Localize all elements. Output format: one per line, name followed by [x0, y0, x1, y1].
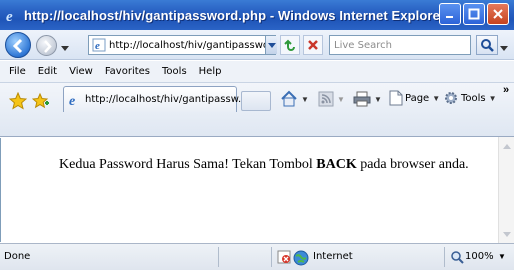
menu-tools[interactable]: Tools [162, 66, 187, 77]
forward-button[interactable] [36, 35, 57, 56]
address-dropdown-button[interactable] [265, 36, 277, 54]
search-box[interactable]: Live Search [329, 35, 471, 55]
status-bar: Done Internet 100% ▼ [0, 243, 514, 270]
minimize-button[interactable] [439, 3, 461, 25]
stop-button[interactable] [303, 35, 323, 55]
recent-pages-dropdown-icon[interactable] [61, 42, 69, 54]
search-options-dropdown-icon[interactable] [500, 42, 508, 54]
tools-menu-label: Tools [461, 92, 486, 104]
svg-text:e: e [6, 9, 13, 23]
address-input[interactable]: http://localhost/hiv/gantipassword.php [109, 40, 275, 51]
status-divider [444, 247, 445, 267]
gear-icon [445, 92, 457, 104]
menu-view[interactable]: View [69, 66, 93, 77]
internet-globe-icon[interactable] [293, 250, 309, 269]
toolbar-overflow-chevron-icon[interactable]: » [503, 84, 509, 96]
page-icon [389, 90, 403, 106]
back-arrow-icon [12, 38, 23, 54]
tab-title: http://localhost/hiv/gantipassw... [85, 94, 248, 105]
feeds-icon[interactable]: ▼ [318, 91, 345, 107]
scroll-up-arrow-icon[interactable] [499, 138, 514, 154]
command-bar: e http://localhost/hiv/gantipassw... ▼ ▼… [0, 83, 514, 137]
print-icon[interactable]: ▼ [353, 91, 382, 107]
page-menu-button[interactable]: Page ▼ [389, 90, 440, 106]
scroll-down-arrow-icon[interactable] [499, 226, 514, 242]
zoom-magnifier-icon[interactable] [450, 250, 464, 267]
status-divider [218, 247, 219, 267]
back-button[interactable] [5, 32, 31, 58]
message-text-start: Kedua Password Harus Sama! Tekan Tombol [59, 157, 317, 172]
favorites-center-star-icon[interactable] [8, 91, 28, 113]
message-text-end: pada browser anda. [356, 157, 469, 172]
zoom-dropdown-icon[interactable]: ▼ [498, 252, 506, 261]
refresh-icon [284, 39, 295, 51]
svg-text:e: e [95, 40, 100, 52]
zoom-level[interactable]: 100% [465, 251, 494, 262]
menu-favorites[interactable]: Favorites [105, 66, 150, 77]
new-tab-button[interactable] [241, 91, 271, 111]
search-input[interactable]: Live Search [334, 40, 392, 51]
forward-arrow-icon [44, 40, 52, 53]
home-icon[interactable]: ▼ [280, 90, 309, 108]
add-favorites-icon[interactable] [31, 92, 50, 113]
menu-help[interactable]: Help [199, 66, 222, 77]
search-icon [481, 39, 494, 52]
stop-icon [308, 40, 318, 50]
status-divider [271, 247, 272, 267]
vertical-scrollbar[interactable] [498, 137, 514, 243]
maximize-button[interactable] [463, 3, 485, 25]
search-button[interactable] [476, 35, 498, 55]
error-message: Kedua Password Harus Sama! Tekan Tombol … [59, 157, 469, 173]
status-text: Done [4, 251, 31, 262]
security-zone-label: Internet [313, 251, 353, 262]
ie-logo-icon: e [3, 6, 21, 24]
tab-active[interactable]: e http://localhost/hiv/gantipassw... [63, 86, 248, 112]
tab-favicon-icon: e [68, 93, 82, 107]
page-content: Kedua Password Harus Sama! Tekan Tombol … [0, 138, 498, 242]
menu-file[interactable]: File [9, 66, 26, 77]
window-title: http://localhost/hiv/gantipassword.php -… [24, 7, 446, 23]
refresh-button[interactable] [280, 35, 300, 55]
svg-text:e: e [69, 94, 75, 107]
navigation-bar: e http://localhost/hiv/gantipassword.php… [0, 30, 514, 60]
menu-edit[interactable]: Edit [38, 66, 57, 77]
tools-menu-button[interactable]: Tools ▼ [443, 90, 497, 106]
page-menu-label: Page [405, 92, 430, 104]
page-icon: e [92, 38, 106, 52]
menu-bar: File Edit View Favorites Tools Help [0, 61, 514, 83]
popup-blocked-icon[interactable] [277, 250, 291, 267]
close-button[interactable] [487, 3, 509, 25]
message-text-bold: BACK [316, 157, 357, 172]
title-bar[interactable]: e http://localhost/hiv/gantipassword.php… [0, 0, 514, 30]
address-bar[interactable]: e http://localhost/hiv/gantipassword.php [88, 35, 276, 55]
